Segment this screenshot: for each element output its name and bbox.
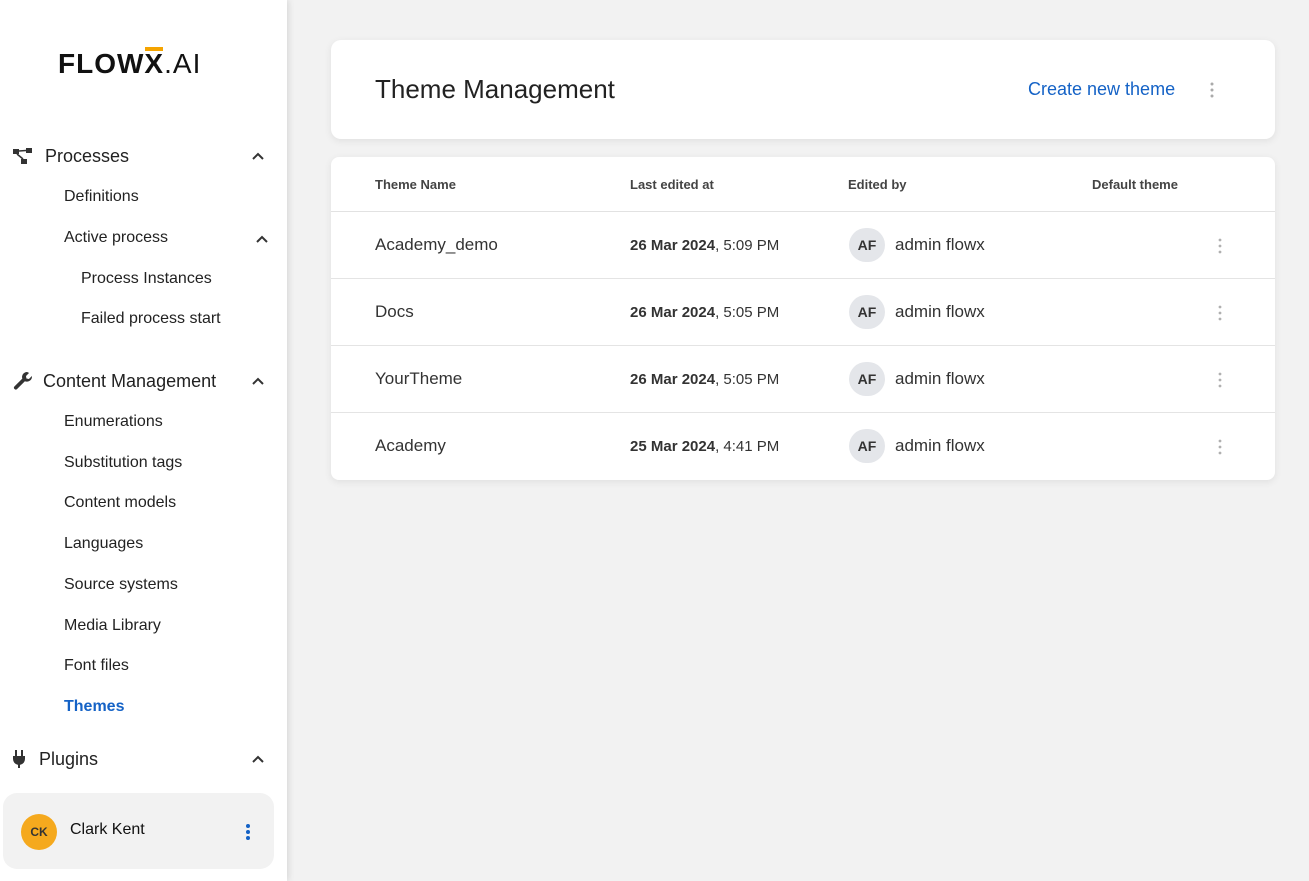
more-vertical-icon[interactable] — [1214, 370, 1226, 390]
edited-date: 26 Mar 2024 — [630, 304, 716, 321]
sidebar-item-source-systems[interactable]: Source systems — [64, 576, 178, 594]
themes-table: Theme Name Last edited at Edited by Defa… — [331, 157, 1275, 480]
table-header: Theme Name Last edited at Edited by Defa… — [331, 157, 1275, 212]
edited-by: AF admin flowx — [849, 295, 985, 329]
last-edited: 26 Mar 2024, 5:05 PM — [630, 304, 779, 321]
sidebar-item-process-instances[interactable]: Process Instances — [81, 270, 212, 288]
theme-name: YourTheme — [375, 369, 463, 388]
edited-date: 25 Mar 2024 — [630, 438, 716, 455]
chevron-up-icon[interactable] — [251, 752, 265, 766]
last-edited: 26 Mar 2024, 5:05 PM — [630, 371, 779, 388]
more-vertical-icon[interactable] — [1214, 303, 1226, 323]
editor-name: admin flowx — [895, 436, 985, 455]
table-row[interactable]: YourTheme 26 Mar 2024, 5:05 PM AF admin … — [331, 346, 1275, 413]
process-icon — [13, 148, 32, 164]
column-header-default-theme[interactable]: Default theme — [1092, 177, 1178, 192]
plug-icon — [13, 750, 25, 768]
edited-by: AF admin flowx — [849, 362, 985, 396]
sidebar-item-enumerations[interactable]: Enumerations — [64, 413, 163, 431]
user-badge: AF — [849, 295, 885, 329]
sidebar-item-font-files[interactable]: Font files — [64, 657, 129, 675]
sidebar-item-failed-process-start[interactable]: Failed process start — [81, 310, 221, 328]
theme-name: Docs — [375, 302, 414, 321]
nav-group-plugins[interactable]: Plugins — [0, 741, 287, 777]
column-header-theme-name[interactable]: Theme Name — [375, 177, 456, 192]
column-header-last-edited[interactable]: Last edited at — [630, 177, 714, 192]
user-badge: AF — [849, 228, 885, 262]
edited-time: , 5:05 PM — [715, 304, 780, 321]
sidebar-item-media-library[interactable]: Media Library — [64, 617, 161, 635]
edited-by: AF admin flowx — [849, 429, 985, 463]
sidebar-item-active-process[interactable]: Active process — [64, 229, 168, 247]
column-header-edited-by[interactable]: Edited by — [848, 177, 907, 192]
nav-group-content-management[interactable]: Content Management — [0, 363, 287, 399]
more-vertical-icon[interactable] — [1214, 437, 1226, 457]
more-vertical-icon[interactable] — [1206, 80, 1218, 100]
sidebar-item-languages[interactable]: Languages — [64, 535, 143, 553]
sidebar-item-substitution-tags[interactable]: Substitution tags — [64, 454, 182, 472]
nav-group-label: Plugins — [39, 748, 99, 769]
user-badge: AF — [849, 362, 885, 396]
user-badge: AF — [849, 429, 885, 463]
flowx-logo: FLOW X .AI — [58, 47, 202, 80]
sidebar-item-definitions[interactable]: Definitions — [64, 188, 139, 206]
chevron-up-icon[interactable] — [255, 232, 269, 246]
nav-group-processes[interactable]: Processes — [0, 138, 287, 174]
page-header: Theme Management Create new theme — [331, 40, 1275, 139]
editor-name: admin flowx — [895, 369, 985, 388]
theme-name: Academy_demo — [375, 235, 498, 254]
edited-date: 26 Mar 2024 — [630, 237, 716, 254]
table-row[interactable]: Docs 26 Mar 2024, 5:05 PM AF admin flowx — [331, 279, 1275, 346]
more-vertical-icon[interactable] — [242, 822, 254, 842]
sidebar-item-content-models[interactable]: Content models — [64, 494, 176, 512]
edited-time: , 5:09 PM — [715, 237, 780, 254]
create-new-theme-button[interactable]: Create new theme — [1028, 79, 1175, 100]
edited-date: 26 Mar 2024 — [630, 371, 716, 388]
edited-time: , 5:05 PM — [715, 371, 780, 388]
edited-time: , 4:41 PM — [715, 438, 780, 455]
nav-group-label: Processes — [45, 145, 130, 166]
last-edited: 25 Mar 2024, 4:41 PM — [630, 438, 779, 455]
avatar: CK — [21, 814, 57, 850]
nav-group-label: Content Management — [43, 370, 217, 391]
wrench-icon — [13, 372, 32, 390]
user-card[interactable]: CK Clark Kent — [3, 793, 274, 869]
chevron-up-icon[interactable] — [251, 149, 265, 163]
theme-name: Academy — [375, 436, 446, 455]
sidebar-item-themes[interactable]: Themes — [64, 698, 124, 716]
table-row[interactable]: Academy_demo 26 Mar 2024, 5:09 PM AF adm… — [331, 212, 1275, 279]
editor-name: admin flowx — [895, 302, 985, 321]
chevron-up-icon[interactable] — [251, 374, 265, 388]
more-vertical-icon[interactable] — [1214, 236, 1226, 256]
editor-name: admin flowx — [895, 235, 985, 254]
logo-text-ai: .AI — [164, 48, 202, 79]
user-name: Clark Kent — [70, 821, 145, 838]
last-edited: 26 Mar 2024, 5:09 PM — [630, 237, 779, 254]
edited-by: AF admin flowx — [849, 228, 985, 262]
sidebar: FLOW X .AI Processes Definitions Active pr… — [0, 0, 287, 881]
logo-text-x: X — [144, 47, 165, 79]
logo-text-main: FLOW — [58, 48, 145, 79]
page-title: Theme Management — [375, 74, 615, 104]
table-row[interactable]: Academy 25 Mar 2024, 4:41 PM AF admin fl… — [331, 413, 1275, 480]
